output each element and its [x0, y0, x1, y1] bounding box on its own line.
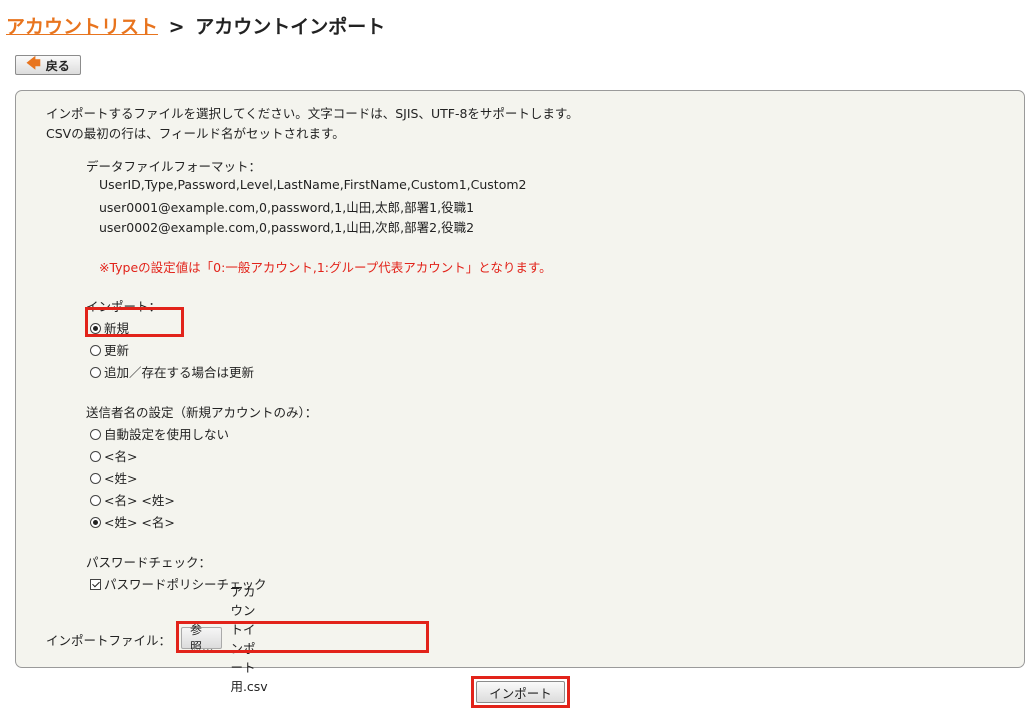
radio-button[interactable]	[90, 473, 101, 484]
import-file-label: インポートファイル：	[46, 633, 172, 648]
sender-name-last[interactable]: <姓>	[90, 468, 137, 487]
intro-line-1: インポートするファイルを選択してください。文字コードは、SJIS、UTF-8をサ…	[46, 106, 579, 121]
import-mode-update[interactable]: 更新	[90, 340, 129, 359]
format-title: データファイルフォーマット：	[86, 159, 262, 174]
import-mode-add-or-update-label: 追加／存在する場合は更新	[104, 365, 255, 380]
selected-file-name: アカウントインポート用.csv	[230, 584, 268, 694]
radio-button[interactable]	[90, 367, 101, 378]
sender-name-last-label: <姓>	[104, 471, 138, 486]
import-settings-panel: インポートするファイルを選択してください。文字コードは、SJIS、UTF-8をサ…	[15, 90, 1025, 694]
breadcrumb: アカウントリスト > アカウントインポート	[6, 12, 385, 39]
sender-name-no-auto[interactable]: 自動設定を使用しない	[90, 424, 229, 443]
browse-button[interactable]: 参照...	[181, 623, 223, 654]
format-line-example-2: user0002@example.com,0,password,1,山田,次郎,…	[99, 220, 475, 235]
import-mode-update-label: 更新	[104, 343, 130, 358]
radio-button[interactable]	[90, 451, 101, 462]
checkbox[interactable]	[90, 579, 101, 590]
format-line-header: UserID,Type,Password,Level,LastName,Firs…	[99, 177, 527, 192]
type-note: ※Typeの設定値は「0:一般アカウント,1:グループ代表アカウント」となります…	[99, 260, 552, 275]
sender-name-first[interactable]: <名>	[90, 446, 137, 465]
arrow-left-icon: 🡄	[26, 56, 41, 72]
sender-name-no-auto-label: 自動設定を使用しない	[104, 427, 230, 442]
breadcrumb-account-list-link[interactable]: アカウントリスト	[6, 16, 158, 38]
sender-name-first-last-label: <名> <姓>	[104, 493, 175, 508]
intro-line-2: CSVの最初の行は、フィールド名がセットされます。	[46, 126, 345, 141]
sender-name-first-last[interactable]: <名> <姓>	[90, 490, 175, 509]
breadcrumb-separator: >	[168, 16, 185, 38]
radio-button[interactable]	[90, 323, 101, 334]
radio-button[interactable]	[90, 429, 101, 440]
file-input[interactable]: 参照... アカウントインポート用.csv	[181, 584, 268, 694]
import-button[interactable]: インポート	[476, 681, 565, 703]
sender-name-first-label: <名>	[104, 449, 138, 464]
import-mode-new-label: 新規	[104, 321, 130, 336]
back-button[interactable]: 🡄 戻る	[15, 55, 81, 75]
page-title: アカウントインポート	[195, 16, 386, 38]
import-mode-title: インポート：	[86, 299, 162, 314]
password-check-title: パスワードチェック：	[86, 555, 212, 570]
radio-button[interactable]	[90, 495, 101, 506]
radio-button[interactable]	[90, 345, 101, 356]
import-mode-add-or-update[interactable]: 追加／存在する場合は更新	[90, 362, 254, 381]
import-mode-new[interactable]: 新規	[90, 318, 129, 337]
account-import-page: アカウントリスト > アカウントインポート 🡄 戻る インポートするファイルを選…	[0, 0, 1033, 710]
sender-name-last-first-label: <姓> <名>	[104, 515, 175, 530]
back-button-label: 戻る	[45, 58, 70, 73]
sender-name-last-first[interactable]: <姓> <名>	[90, 512, 175, 531]
radio-button[interactable]	[90, 517, 101, 528]
format-line-example-1: user0001@example.com,0,password,1,山田,太郎,…	[99, 200, 475, 215]
sender-name-title: 送信者名の設定（新規アカウントのみ）：	[86, 405, 318, 420]
